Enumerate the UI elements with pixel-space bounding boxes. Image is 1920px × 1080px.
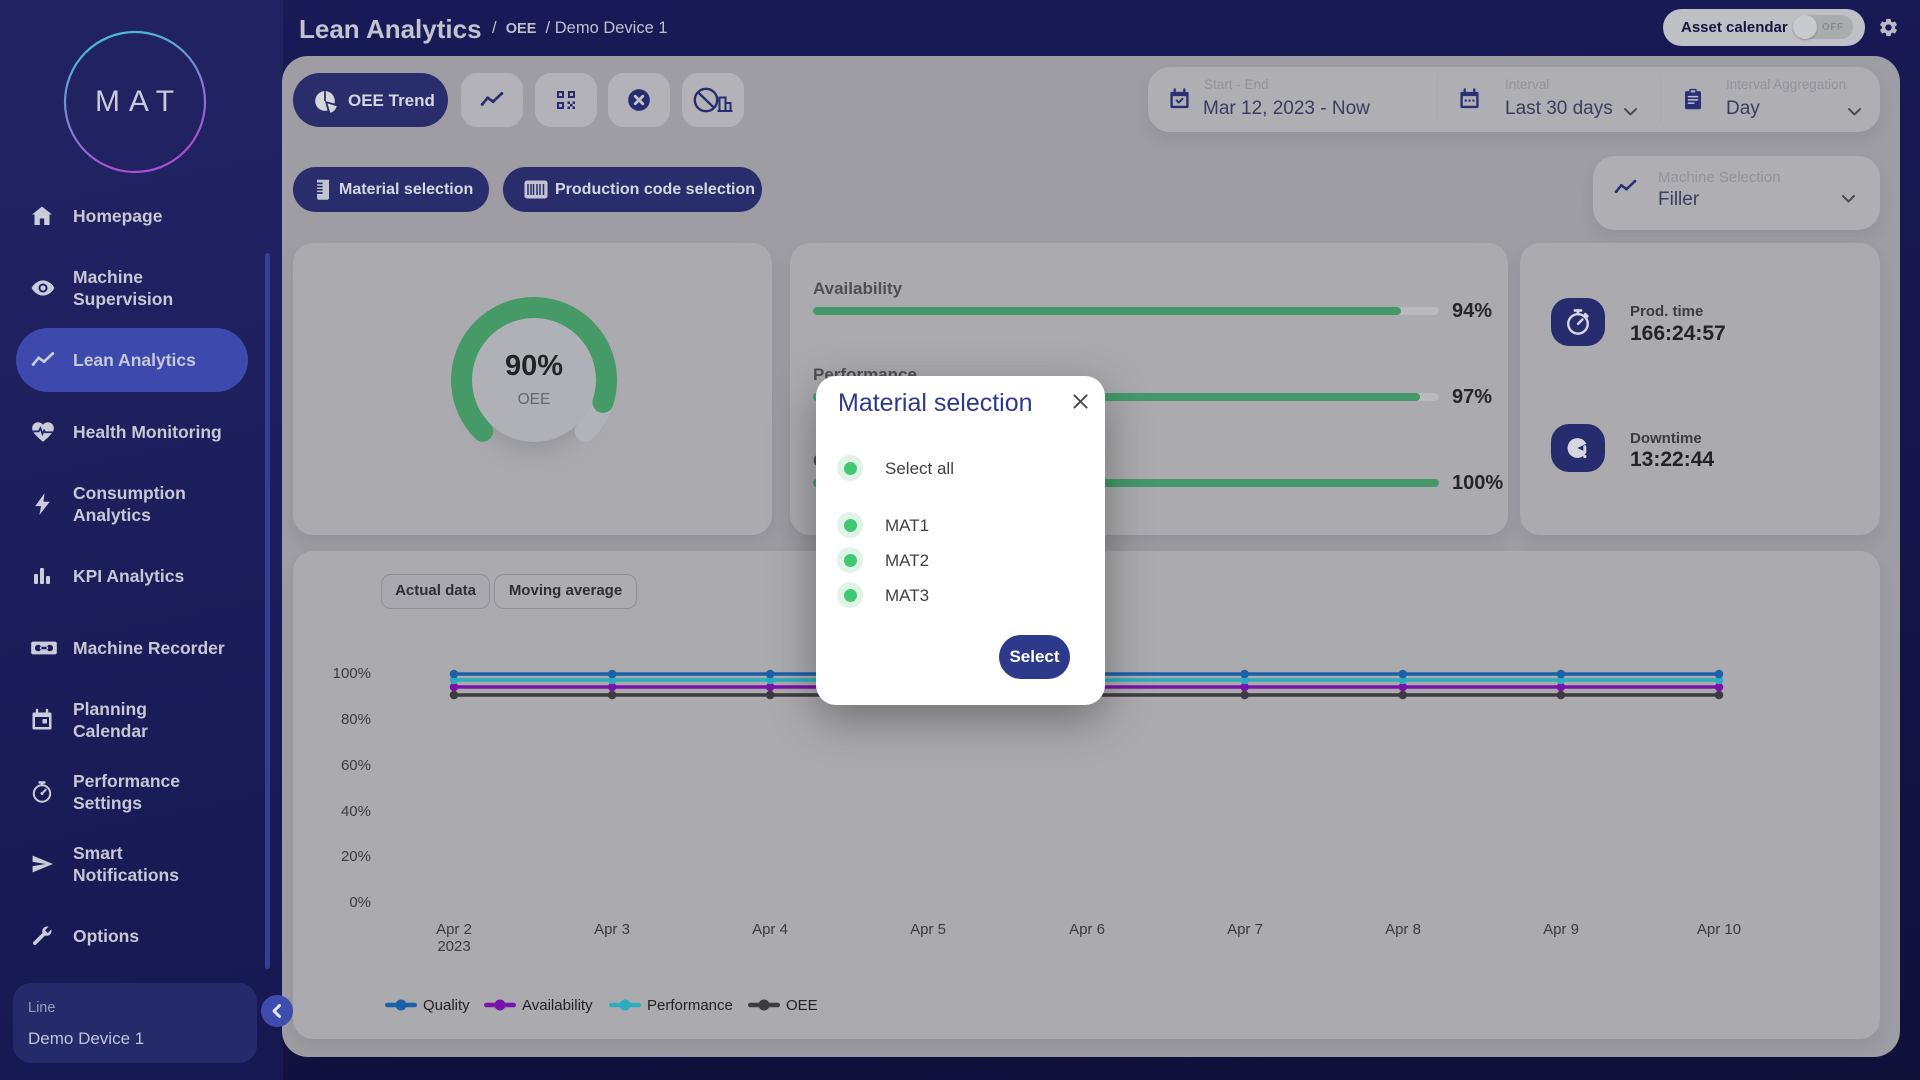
svg-text:Performance: Performance bbox=[647, 997, 733, 1014]
svg-text:80%: 80% bbox=[341, 711, 371, 728]
svg-text:100%: 100% bbox=[333, 665, 371, 682]
svg-text:Apr 10: Apr 10 bbox=[1697, 921, 1741, 938]
svg-text:90%: 90% bbox=[505, 350, 563, 382]
svg-text:Apr 2: Apr 2 bbox=[436, 921, 472, 938]
svg-text:Quality: Quality bbox=[423, 997, 470, 1014]
svg-text:Apr 8: Apr 8 bbox=[1385, 921, 1421, 938]
svg-text:2023: 2023 bbox=[437, 938, 470, 955]
svg-text:20%: 20% bbox=[341, 848, 371, 865]
svg-text:Apr 5: Apr 5 bbox=[910, 921, 946, 938]
svg-text:60%: 60% bbox=[341, 757, 371, 774]
svg-text:OEE: OEE bbox=[518, 391, 551, 408]
svg-text:MAT: MAT bbox=[95, 85, 183, 118]
svg-text:40%: 40% bbox=[341, 803, 371, 820]
svg-text:Apr 3: Apr 3 bbox=[594, 921, 630, 938]
svg-text:Apr 6: Apr 6 bbox=[1069, 921, 1105, 938]
svg-text:Apr 9: Apr 9 bbox=[1543, 921, 1579, 938]
svg-text:OEE: OEE bbox=[786, 997, 818, 1014]
svg-text:Availability: Availability bbox=[522, 997, 593, 1014]
svg-text:0%: 0% bbox=[349, 894, 371, 911]
svg-text:Apr 7: Apr 7 bbox=[1227, 921, 1263, 938]
svg-text:Apr 4: Apr 4 bbox=[752, 921, 788, 938]
